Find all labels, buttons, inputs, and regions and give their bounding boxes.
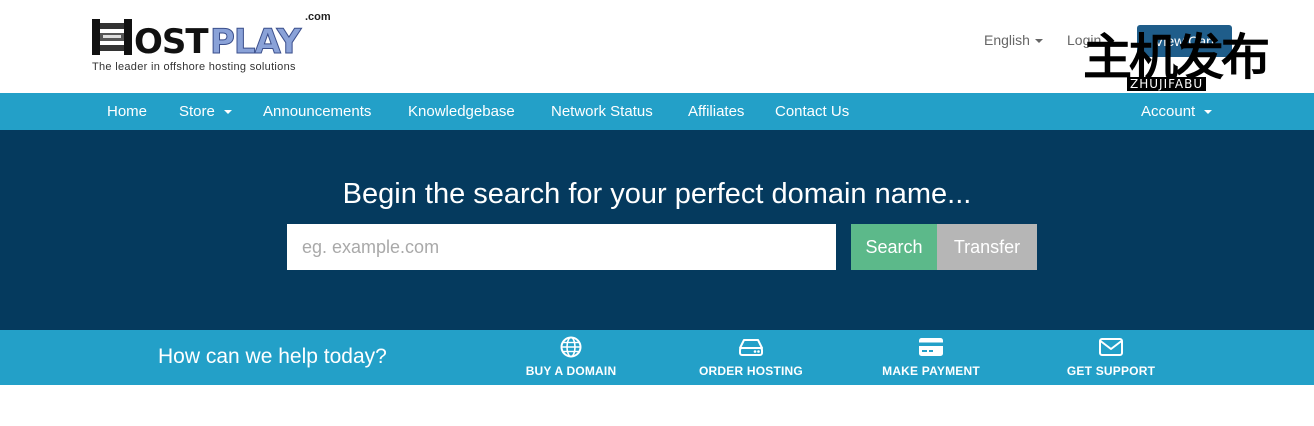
- buy-domain-action[interactable]: BUY A DOMAIN: [491, 336, 651, 380]
- language-dropdown[interactable]: English: [984, 32, 1043, 48]
- logo-graphic: OST PLAY: [92, 19, 303, 63]
- logo-tagline: The leader in offshore hosting solutions: [92, 61, 296, 73]
- hard-drive-icon: [739, 339, 763, 356]
- logo-com: .com: [305, 11, 331, 23]
- chevron-down-icon: [1034, 39, 1043, 44]
- buy-domain-label: BUY A DOMAIN: [525, 364, 617, 378]
- nav-item-store-label: Store: [179, 103, 215, 120]
- chevron-down-icon: [223, 110, 232, 115]
- nav-item-account[interactable]: Account: [1141, 93, 1213, 130]
- globe-icon: [560, 336, 582, 358]
- get-support-label: GET SUPPORT: [1066, 364, 1156, 378]
- nav-item-account-label: Account: [1141, 103, 1196, 120]
- nav-item-contact-us[interactable]: Contact Us: [775, 93, 849, 130]
- make-payment-action[interactable]: MAKE PAYMENT: [851, 336, 1011, 380]
- search-button[interactable]: Search: [851, 224, 937, 270]
- site-logo[interactable]: OST PLAY .com The leader in offshore hos…: [90, 11, 340, 78]
- watermark-latin: ZHUJIFABU: [1127, 77, 1207, 91]
- envelope-icon: [1099, 338, 1123, 356]
- credit-card-icon: [919, 338, 943, 356]
- chevron-down-icon: [1204, 110, 1213, 115]
- main-navbar: Home Store Announcements Knowledgebase N…: [0, 93, 1314, 130]
- make-payment-label: MAKE PAYMENT: [882, 364, 980, 378]
- site-header: OST PLAY .com The leader in offshore hos…: [0, 0, 1314, 93]
- order-hosting-action[interactable]: ORDER HOSTING: [671, 336, 831, 380]
- nav-item-knowledgebase[interactable]: Knowledgebase: [408, 93, 515, 130]
- order-hosting-label: ORDER HOSTING: [699, 364, 803, 378]
- hero-title: Begin the search for your perfect domain…: [342, 178, 972, 210]
- svg-text:OST: OST: [134, 22, 209, 62]
- get-support-action[interactable]: GET SUPPORT: [1031, 336, 1191, 380]
- watermark-overlay: 主机发布 ZHUJIFABU: [1083, 30, 1288, 92]
- transfer-button[interactable]: Transfer: [937, 224, 1037, 270]
- domain-search-input[interactable]: [287, 224, 836, 270]
- nav-item-affiliates[interactable]: Affiliates: [688, 93, 744, 130]
- svg-text:PLAY: PLAY: [210, 22, 302, 62]
- nav-item-network-status[interactable]: Network Status: [551, 93, 653, 130]
- nav-item-announcements[interactable]: Announcements: [263, 93, 371, 130]
- nav-item-home[interactable]: Home: [107, 93, 147, 130]
- language-label: English: [984, 32, 1030, 48]
- nav-item-store[interactable]: Store: [179, 93, 232, 130]
- help-title: How can we help today?: [158, 345, 387, 368]
